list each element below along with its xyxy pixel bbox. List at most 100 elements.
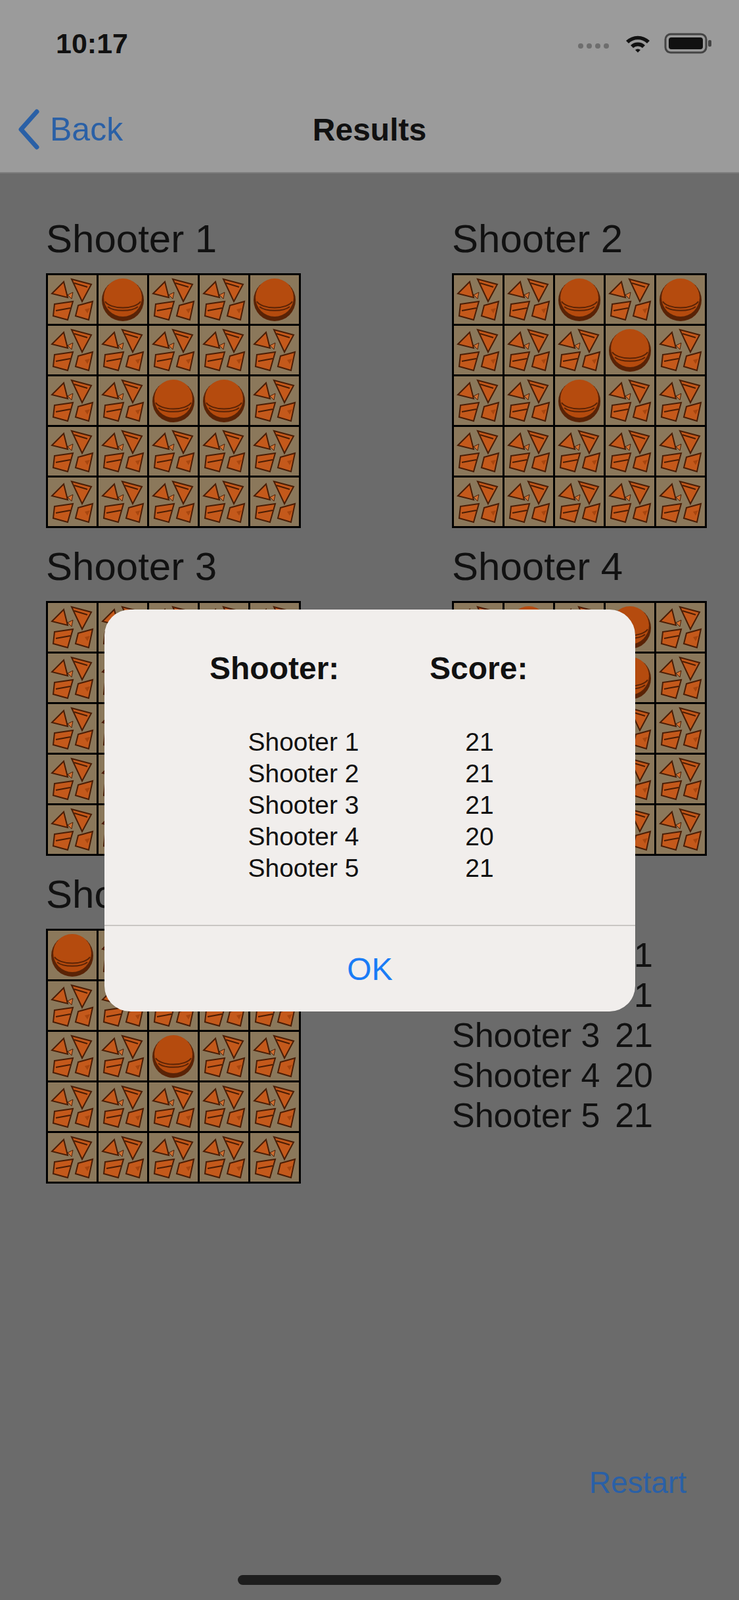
clay-tile [149,275,198,324]
column-header: Score: [429,649,528,689]
clay-tile [98,477,148,527]
clay-tile [98,1133,148,1182]
broken-clay-icon [656,325,705,375]
alert-row: Shooter 121 [104,726,636,759]
broken-clay-icon [149,477,198,527]
clay-tile [656,325,705,375]
ok-button[interactable]: OK [104,926,636,1012]
shooter-label: Shooter 3 [45,543,301,591]
status-bar: 10:17 [0,0,739,87]
clay-tile [656,754,705,804]
broken-clay-icon [605,426,655,476]
broken-clay-icon [504,426,554,476]
wifi-icon [624,33,651,54]
score-alert: Shooter:Score:Shooter 121Shooter 221Shoo… [104,609,636,1012]
broken-clay-icon [453,426,503,476]
target-grid [451,273,707,529]
home-indicator[interactable] [237,1575,502,1586]
broken-clay-icon [504,376,554,426]
broken-clay-icon [98,376,148,426]
clay-tile [656,805,705,854]
broken-clay-icon [98,1031,148,1081]
shooter-score: 21 [426,852,533,885]
clay-tile [250,426,299,476]
broken-clay-icon [605,275,655,324]
broken-clay-icon [250,426,299,476]
broken-clay-icon [555,477,604,527]
score-value: 21 [612,1095,653,1136]
clay-tile [98,275,148,324]
signal-icon [577,36,612,50]
alert-body: Shooter:Score:Shooter 121Shooter 221Shoo… [104,609,636,925]
score-name: Shooter 5 [451,1095,613,1136]
back-label[interactable]: Back [49,110,123,149]
broken-clay-icon [656,704,705,753]
broken-clay-icon [98,1082,148,1132]
broken-clay-icon [453,275,503,324]
clay-tile [199,1031,249,1081]
clay-tile [47,754,97,804]
clay-tile [453,376,503,426]
broken-clay-icon [250,1031,299,1081]
clay-tile [199,1082,249,1132]
target-grid [45,273,301,529]
broken-clay-icon [250,477,299,527]
clay-tile [47,1133,97,1182]
broken-clay-icon [250,1082,299,1132]
broken-clay-icon [98,477,148,527]
broken-clay-icon [504,477,554,527]
clay-tile [605,275,655,324]
clay-tile [656,704,705,753]
clay-target-icon [250,275,299,324]
shooter-card: Shooter 2 [451,215,708,529]
clay-tile [453,426,503,476]
score-name: Shooter 3 [451,1015,613,1056]
broken-clay-icon [656,426,705,476]
clay-target-icon [47,930,97,980]
alert-row: Shooter 521 [104,852,636,885]
shooter-score: 21 [426,758,533,790]
broken-clay-icon [98,1133,148,1182]
clay-tile [149,1082,198,1132]
chevron-left-icon [17,109,41,150]
navigation-bar: BackResults [0,86,739,174]
clay-tile [47,603,97,652]
clay-target-icon [656,275,705,324]
broken-clay-icon [47,325,97,375]
score-value: 21 [612,1015,653,1056]
clay-tile [605,325,655,375]
broken-clay-icon [47,1082,97,1132]
clay-tile [656,603,705,652]
clay-tile [555,426,604,476]
score-value: 20 [612,1055,653,1096]
broken-clay-icon [504,325,554,375]
broken-clay-icon [656,376,705,426]
clay-tile [555,275,604,324]
clay-target-icon [149,376,198,426]
broken-clay-icon [47,477,97,527]
restart-button[interactable]: Restart [589,1464,687,1501]
clay-target-icon [98,275,148,324]
shooter-label: Shooter 1 [45,215,301,263]
broken-clay-icon [47,1031,97,1081]
score-row: Shooter 521 [451,1095,708,1136]
broken-clay-icon [453,376,503,426]
broken-clay-icon [47,805,97,854]
clay-tile [504,376,554,426]
clay-tile [47,805,97,854]
shooter-score: 20 [426,821,533,853]
clay-target-icon [149,1031,198,1081]
back-button[interactable]: Back [0,109,123,150]
broken-clay-icon [98,325,148,375]
clay-tile [47,275,97,324]
broken-clay-icon [149,325,198,375]
broken-clay-icon [199,1082,249,1132]
clay-tile [555,325,604,375]
broken-clay-icon [47,981,97,1031]
broken-clay-icon [656,653,705,703]
clay-tile [47,426,97,476]
clay-tile [47,325,97,375]
clock: 10:17 [55,27,578,60]
clay-tile [250,477,299,527]
clay-tile [149,1133,198,1182]
